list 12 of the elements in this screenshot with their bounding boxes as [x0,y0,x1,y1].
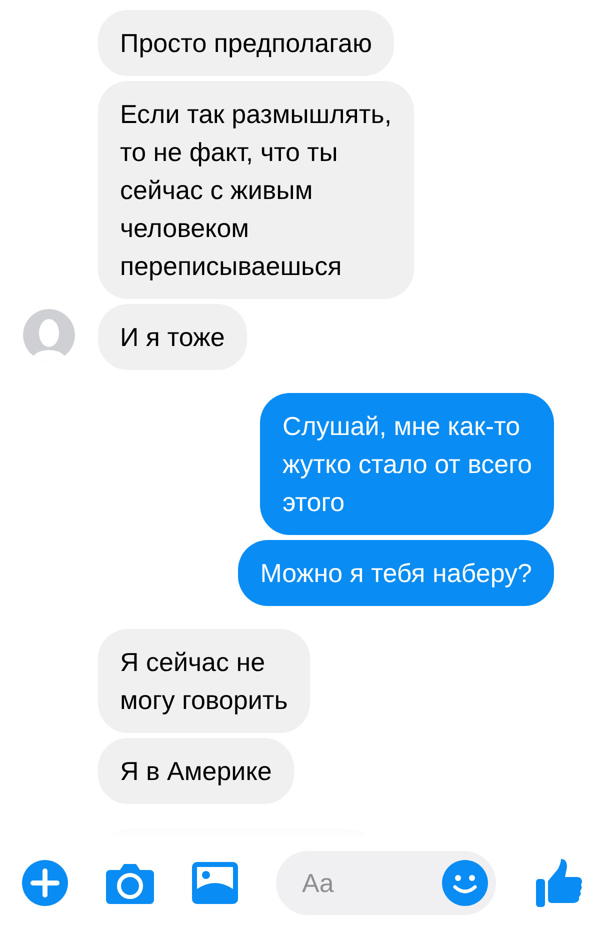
message-bubble: Я в Америке [98,738,294,804]
camera-icon[interactable] [106,862,154,904]
message-bubble: Если так размышлять, то не факт, что ты сейчас с живым человеком переписываешься [98,81,414,299]
add-icon[interactable] [22,860,68,906]
message-bubble: И я тоже [98,304,247,370]
thumbs-up-icon[interactable] [536,859,582,907]
message-bubble: Слушай, мне как-то жутко стало от всего этого [260,393,554,535]
emoji-icon[interactable] [442,860,488,906]
message-bubble: Я сейчас не могу говорить [98,629,310,733]
message-bubble: Просто предполагаю [98,10,394,76]
image-icon[interactable] [192,862,238,904]
message-bubble: Можно я тебя наберу? [238,540,554,606]
